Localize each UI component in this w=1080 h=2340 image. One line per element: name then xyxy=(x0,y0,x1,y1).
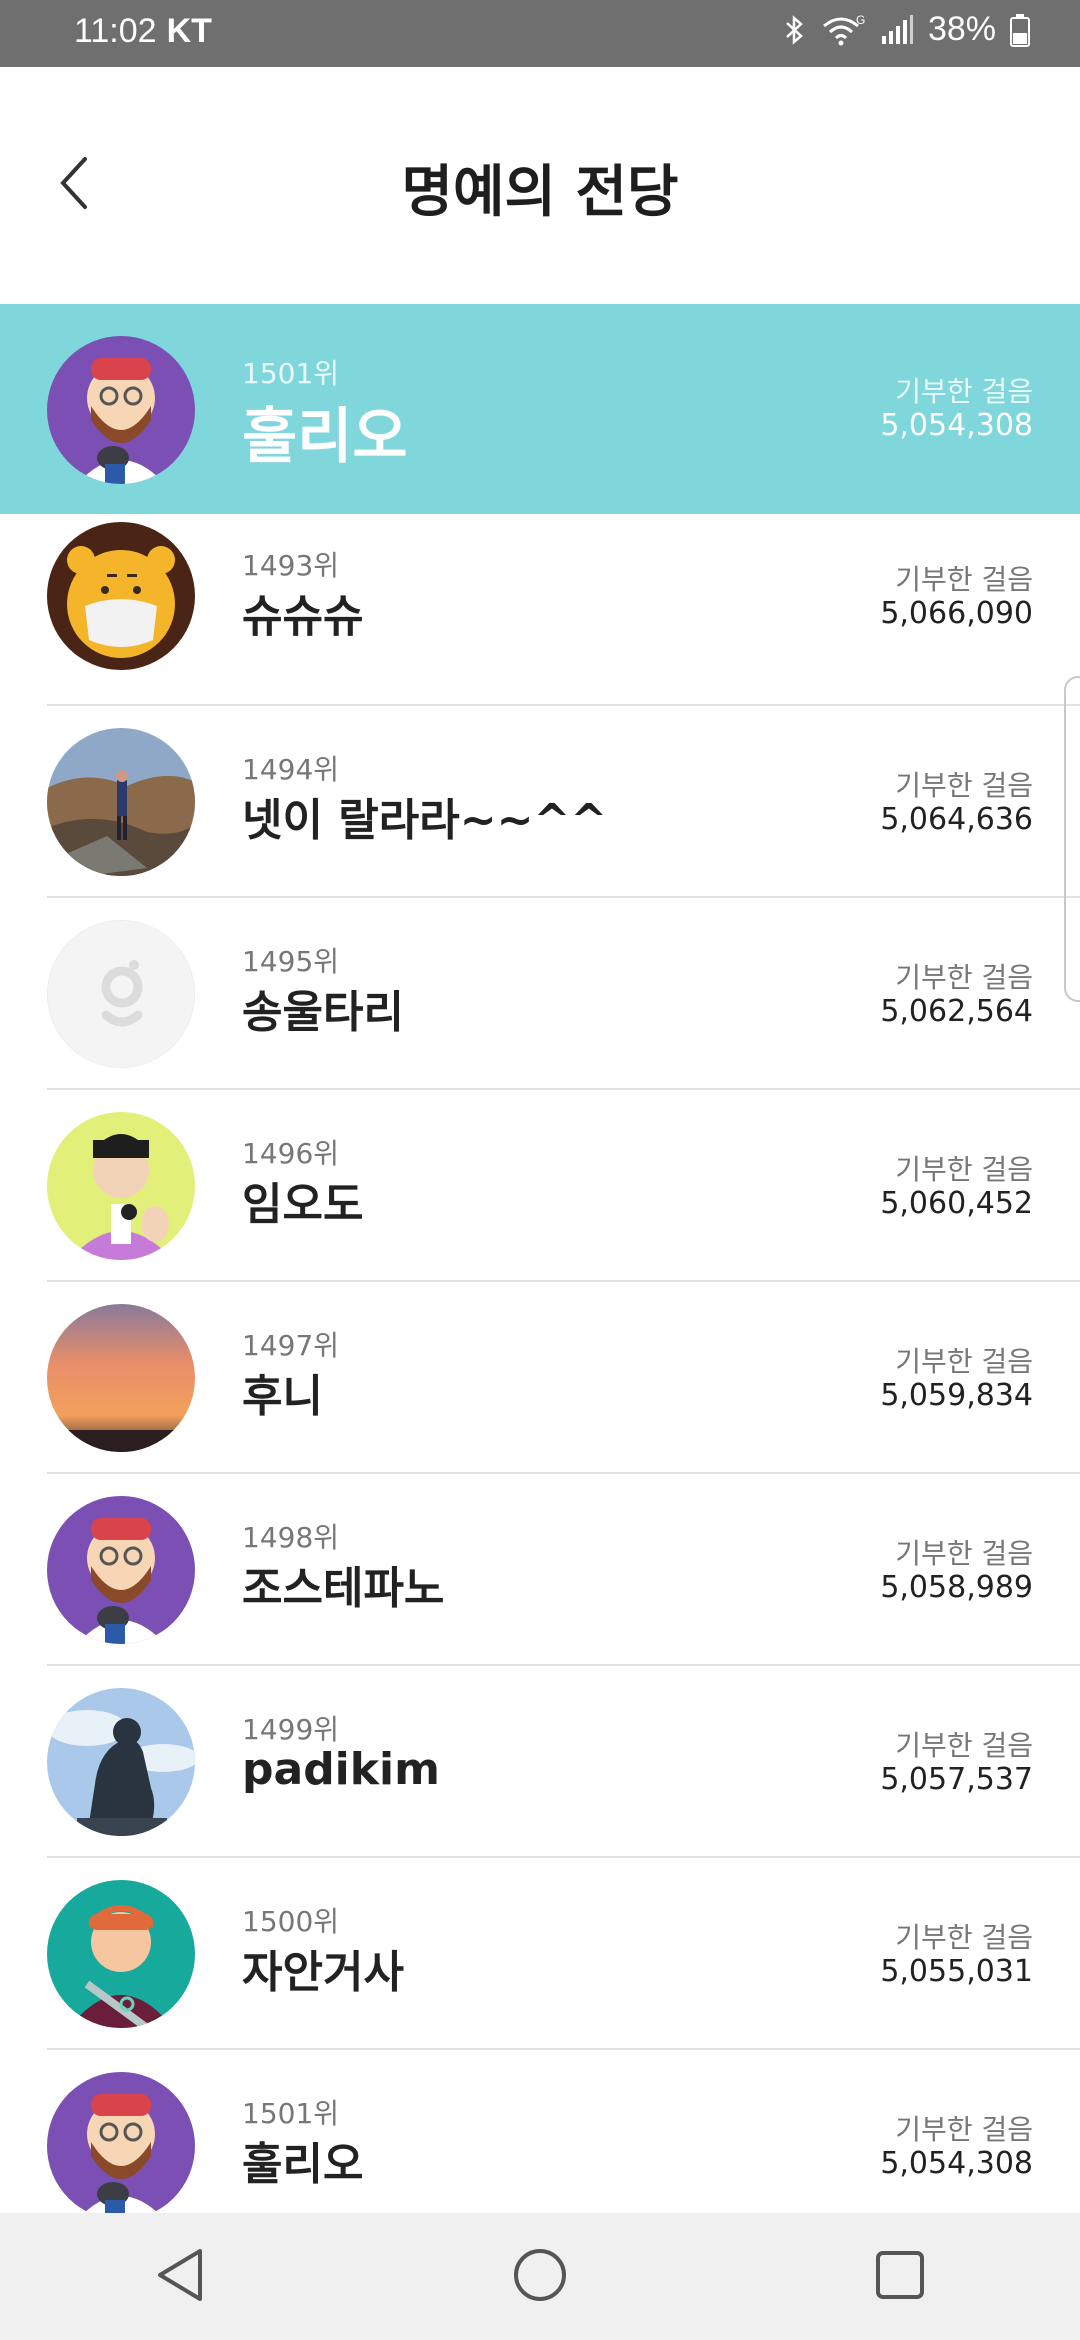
steps-label: 기부한 걸음 xyxy=(895,563,1033,596)
rank-text: 1498위 xyxy=(242,1521,340,1554)
nickname: 자안거사 xyxy=(242,1947,404,1998)
nickname: 넷이 랄라라~~^^ xyxy=(242,795,608,846)
avatar xyxy=(47,1112,195,1260)
svg-text:G: G xyxy=(856,14,865,27)
steps-label: 기부한 걸음 xyxy=(895,1345,1033,1378)
steps-label: 기부한 걸음 xyxy=(895,1921,1033,1954)
avatar xyxy=(47,1880,195,2028)
rank-text: 1501위 xyxy=(242,2097,340,2130)
avatar xyxy=(47,1496,195,1644)
bluetooth-icon xyxy=(784,14,806,46)
avatar xyxy=(47,1688,195,1836)
nav-back-button[interactable] xyxy=(140,2237,220,2317)
list-item[interactable]: 1500위 자안거사 기부한 걸음 5,055,031 xyxy=(0,1858,1080,2050)
list-item[interactable]: 1499위 padikim 기부한 걸음 5,057,537 xyxy=(0,1666,1080,1858)
page-title: 명예의 전당 xyxy=(401,160,679,225)
steps-label: 기부한 걸음 xyxy=(895,769,1033,802)
nickname: 훌리오 xyxy=(242,2139,364,2190)
list-item[interactable]: 1497위 후니 기부한 걸음 5,059,834 xyxy=(0,1282,1080,1474)
rank-text: 1494위 xyxy=(242,753,340,786)
triangle-back-icon xyxy=(152,2245,208,2309)
rank-text: 1496위 xyxy=(242,1137,340,1170)
rank-text: 1500위 xyxy=(242,1905,340,1938)
steps-value: 5,054,308 xyxy=(880,2146,1033,2181)
app-header: 명예의 전당 xyxy=(0,67,1080,304)
avatar xyxy=(47,522,195,670)
nav-home-button[interactable] xyxy=(500,2237,580,2317)
rank-text: 1501위 xyxy=(242,357,340,390)
avatar xyxy=(47,728,195,876)
steps-label: 기부한 걸음 xyxy=(895,375,1033,408)
signal-icon xyxy=(880,14,914,46)
nickname: 슈슈슈 xyxy=(242,591,364,642)
clock-text: 11:02 xyxy=(74,12,157,50)
steps-label: 기부한 걸음 xyxy=(895,1729,1033,1762)
list-item[interactable]: 1494위 넷이 랄라라~~^^ 기부한 걸음 5,064,636 xyxy=(0,706,1080,898)
steps-label: 기부한 걸음 xyxy=(895,1537,1033,1570)
battery-icon xyxy=(1010,13,1030,47)
nickname: padikim xyxy=(242,1744,440,1795)
steps-value: 5,066,090 xyxy=(880,596,1033,631)
steps-value: 5,064,636 xyxy=(880,802,1033,837)
steps-value: 5,062,564 xyxy=(880,994,1033,1029)
steps-label: 기부한 걸음 xyxy=(895,2113,1033,2146)
list-item[interactable]: 1493위 슈슈슈 기부한 걸음 5,066,090 xyxy=(0,514,1080,706)
wifi-icon: G xyxy=(820,14,866,46)
circle-home-icon xyxy=(510,2245,570,2309)
battery-percent: 38% xyxy=(927,10,996,48)
square-recents-icon xyxy=(870,2245,930,2309)
status-icons: G 38% xyxy=(784,10,1030,49)
list-item[interactable]: 1498위 조스테파노 기부한 걸음 5,058,989 xyxy=(0,1474,1080,1666)
steps-value: 5,059,834 xyxy=(880,1378,1033,1413)
nickname: 송울타리 xyxy=(242,987,404,1038)
list-item[interactable]: 1496위 임오도 기부한 걸음 5,060,452 xyxy=(0,1090,1080,1282)
steps-value: 5,058,989 xyxy=(880,1570,1033,1605)
status-time: 11:02 KT xyxy=(74,12,212,51)
scroll-handle[interactable] xyxy=(1064,676,1080,1002)
avatar xyxy=(47,2072,195,2220)
rank-text: 1499위 xyxy=(242,1713,340,1746)
steps-value: 5,055,031 xyxy=(880,1954,1033,1989)
rank-text: 1497위 xyxy=(242,1329,340,1362)
nickname: 조스테파노 xyxy=(242,1563,445,1614)
nickname: 임오도 xyxy=(242,1179,364,1230)
system-nav-bar xyxy=(0,2213,1080,2340)
steps-label: 기부한 걸음 xyxy=(895,961,1033,994)
carrier-text: KT xyxy=(166,12,212,50)
avatar xyxy=(47,1304,195,1452)
my-rank-row[interactable]: 1501위 훌리오 기부한 걸음 5,054,308 xyxy=(0,304,1080,514)
avatar xyxy=(47,920,195,1068)
nav-recents-button[interactable] xyxy=(860,2237,940,2317)
steps-label: 기부한 걸음 xyxy=(895,1153,1033,1186)
rank-text: 1495위 xyxy=(242,945,340,978)
steps-value: 5,054,308 xyxy=(880,408,1033,443)
steps-value: 5,057,537 xyxy=(880,1762,1033,1797)
status-bar: 11:02 KT G 38% xyxy=(0,0,1080,67)
steps-value: 5,060,452 xyxy=(880,1186,1033,1221)
avatar xyxy=(47,336,195,484)
nickname: 훌리오 xyxy=(242,402,408,472)
list-item[interactable]: 1495위 송울타리 기부한 걸음 5,062,564 xyxy=(0,898,1080,1090)
nickname: 후니 xyxy=(242,1371,323,1422)
rank-text: 1493위 xyxy=(242,549,340,582)
